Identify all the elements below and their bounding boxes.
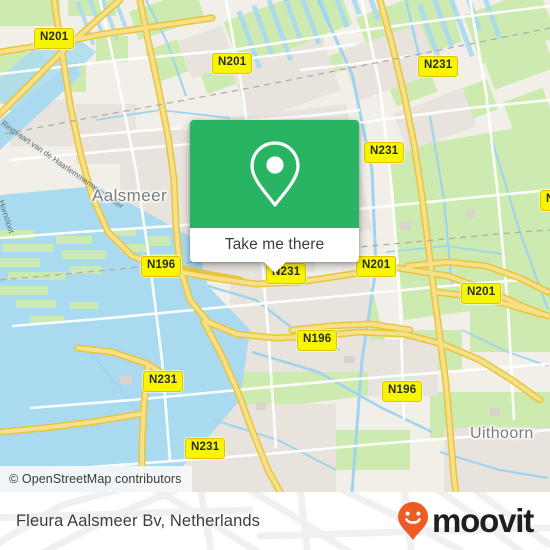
place-label-uithoorn: Uithoorn — [470, 425, 534, 442]
footer-bar: Fleura Aalsmeer Bv, Netherlands moovit — [0, 492, 550, 550]
road-shield-n201[interactable]: N201 — [34, 28, 75, 49]
road-shield-n201[interactable]: N201 — [212, 53, 253, 74]
osm-attribution[interactable]: © OpenStreetMap contributors — [0, 466, 192, 492]
road-shield-n196[interactable]: N196 — [297, 330, 338, 351]
moovit-location-screenshot: Ringvaart van de Haarlemmermeerpolder Ho… — [0, 0, 550, 550]
location-info-card[interactable]: Take me there — [190, 120, 359, 273]
road-shield-n231[interactable]: N231 — [418, 56, 459, 77]
road-shield-n231[interactable]: N231 — [540, 190, 550, 211]
card-pin-area — [190, 120, 359, 228]
moovit-logo[interactable]: moovit — [397, 492, 534, 550]
road-shield-n196[interactable]: N196 — [141, 256, 182, 277]
road-shield-n231[interactable]: N231 — [143, 371, 184, 392]
location-pin-icon — [247, 139, 303, 209]
road-shield-n231[interactable]: N231 — [185, 438, 226, 459]
card-pointer-tail — [263, 262, 286, 273]
map-view[interactable]: Ringvaart van de Haarlemmermeerpolder Ho… — [0, 0, 550, 492]
road-shield-n231[interactable]: N231 — [364, 142, 405, 163]
moovit-wordmark: moovit — [432, 501, 534, 539]
road-shield-n201[interactable]: N201 — [461, 283, 502, 304]
place-label-aalsmeer: Aalsmeer — [92, 186, 168, 205]
card-cta-area[interactable]: Take me there — [190, 228, 359, 262]
road-shield-n201[interactable]: N201 — [356, 256, 397, 277]
road-shield-n196[interactable]: N196 — [382, 381, 423, 402]
moovit-smiley-pin-icon — [397, 501, 429, 541]
page-title: Fleura Aalsmeer Bv, Netherlands — [16, 511, 260, 530]
take-me-there-button[interactable]: Take me there — [225, 236, 325, 254]
